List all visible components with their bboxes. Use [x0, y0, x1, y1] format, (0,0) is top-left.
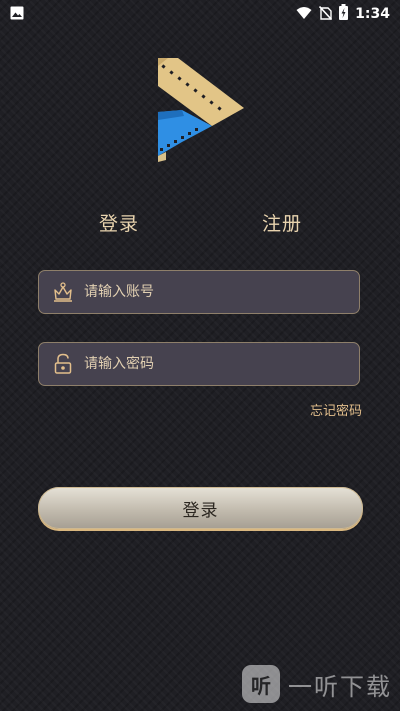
tab-register[interactable]: 注册: [262, 209, 302, 236]
watermark-text: 一听下载: [288, 672, 392, 701]
status-bar: 1:34: [0, 0, 400, 26]
account-field[interactable]: [38, 270, 360, 314]
watermark: 听 一听下载: [242, 665, 392, 703]
forgot-password-link[interactable]: 忘记密码: [310, 400, 362, 419]
password-input[interactable]: [84, 343, 359, 385]
password-field[interactable]: [38, 342, 360, 386]
tab-login[interactable]: 登录: [99, 209, 139, 236]
battery-charging-icon: [339, 4, 349, 24]
image-icon: [10, 5, 24, 24]
status-time: 1:34: [355, 6, 390, 22]
play-film-logo-icon: [154, 56, 246, 164]
account-input[interactable]: [84, 271, 359, 313]
login-button[interactable]: 登录: [38, 487, 363, 529]
crown-user-icon: [52, 281, 74, 303]
wifi-icon: [296, 5, 312, 24]
status-icons: 1:34: [296, 4, 390, 24]
no-sim-icon: [319, 5, 333, 24]
watermark-badge: 听: [242, 665, 280, 703]
lock-icon: [52, 353, 74, 375]
